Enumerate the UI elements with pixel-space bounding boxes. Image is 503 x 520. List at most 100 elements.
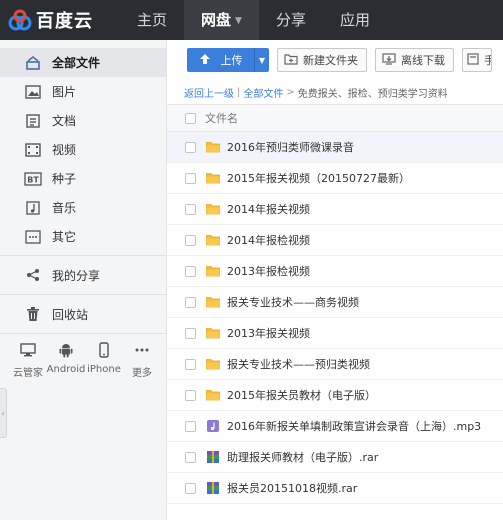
device-label: 云管家 (13, 368, 43, 379)
main-nav: 主页 网盘 ▼ 分享 应用 (120, 0, 387, 40)
file-row[interactable]: 助理报关师教材（电子版）.rar (167, 442, 503, 473)
sidebar-item-music[interactable]: 音乐 (0, 193, 166, 222)
breadcrumb-separator: | (237, 86, 241, 98)
select-all-checkbox[interactable] (185, 112, 196, 124)
file-name-link[interactable]: 2016年预归类师微课录音 (227, 139, 354, 155)
file-name-link[interactable]: 报关专业技术——预归类视频 (227, 356, 370, 372)
file-list-header: 文件名 (167, 104, 503, 132)
file-row[interactable]: 2014年报关视频 (167, 194, 503, 225)
nav-home[interactable]: 主页 (120, 0, 184, 40)
file-name-link[interactable]: 2013年报关视频 (227, 325, 310, 341)
sidebar-item-images[interactable]: 图片 (0, 77, 166, 106)
sidebar-item-recycle-bin[interactable]: 回收站 (0, 299, 166, 329)
file-row[interactable]: 2013年报检视频 (167, 256, 503, 287)
folder-icon (206, 203, 220, 215)
row-checkbox[interactable] (185, 389, 196, 401)
row-checkbox[interactable] (185, 358, 196, 370)
brand-name: 百度云 (36, 11, 93, 32)
row-checkbox[interactable] (185, 296, 196, 308)
file-name-link[interactable]: 助理报关师教材（电子版）.rar (227, 449, 378, 465)
sidebar-item-documents[interactable]: 文档 (0, 106, 166, 135)
new-folder-icon (284, 53, 303, 68)
file-row[interactable]: 2015年报关视频（20150727最新） (167, 163, 503, 194)
file-row[interactable]: 2015年报关员教材（电子版） (167, 380, 503, 411)
image-icon (24, 83, 42, 101)
row-checkbox[interactable] (185, 203, 196, 215)
mobile-icon (467, 52, 484, 68)
file-list: 2016年预归类师微课录音 2015年报关视频（20150727最新） 2014年报… (167, 132, 503, 504)
column-header-filename[interactable]: 文件名 (205, 110, 238, 126)
file-name-link[interactable]: 报关员20151018视频.rar (227, 480, 357, 496)
upload-dropdown-button[interactable]: ▼ (255, 48, 269, 72)
row-checkbox[interactable] (185, 420, 196, 432)
sidebar-item-label: 其它 (52, 230, 77, 244)
document-icon (24, 112, 42, 130)
file-row[interactable]: 报关员20151018视频.rar (167, 473, 503, 504)
music-icon (24, 199, 42, 217)
sidebar-item-label: 回收站 (52, 307, 89, 322)
device-more[interactable]: 更多 (124, 340, 160, 379)
file-name-link[interactable]: 2014年报检视频 (227, 232, 310, 248)
file-name-link[interactable]: 2015年报关视频（20150727最新） (227, 170, 410, 186)
brand-logo[interactable]: 百度云 (0, 0, 120, 40)
file-row[interactable]: 报关专业技术——商务视频 (167, 287, 503, 318)
sidebar-item-my-shares[interactable]: 我的分享 (0, 260, 166, 290)
iphone-icon (99, 340, 109, 360)
offline-download-button[interactable]: 离线下载 (375, 48, 454, 72)
breadcrumb-root-link[interactable]: 全部文件 (243, 85, 283, 100)
file-row[interactable]: 2016年新报关单填制政策宣讲会录音（上海）.mp3 (167, 411, 503, 442)
breadcrumb: 返回上一级 | 全部文件 > 免费报关、报检、预归类学习资料 (167, 80, 503, 104)
breadcrumb-back-link[interactable]: 返回上一级 (184, 85, 234, 100)
file-row[interactable]: 2013年报关视频 (167, 318, 503, 349)
device-iphone[interactable]: iPhone (86, 340, 122, 379)
row-checkbox[interactable] (185, 265, 196, 277)
file-name-link[interactable]: 2013年报检视频 (227, 263, 310, 279)
file-row[interactable]: 2016年预归类师微课录音 (167, 132, 503, 163)
folder-icon (206, 172, 220, 184)
file-name-link[interactable]: 2014年报关视频 (227, 201, 310, 217)
all-files-icon (24, 54, 42, 72)
file-name-link[interactable]: 2016年新报关单填制政策宣讲会录音（上海）.mp3 (227, 418, 481, 434)
device-label: 更多 (132, 368, 152, 379)
row-checkbox[interactable] (185, 141, 196, 153)
row-checkbox[interactable] (185, 451, 196, 463)
sidebar-collapse-handle[interactable]: ‹ (0, 388, 7, 438)
file-row[interactable]: 2014年报检视频 (167, 225, 503, 256)
sidebar: 全部文件 图片 文档 视频 BT 种子 音乐 其它 我的分享 回收站 云管家 A… (0, 40, 167, 520)
other-icon (24, 228, 42, 246)
nav-netdisk[interactable]: 网盘 ▼ (184, 0, 259, 40)
nav-share[interactable]: 分享 (259, 0, 323, 40)
new-folder-button[interactable]: 新建文件夹 (277, 48, 367, 72)
file-name-link[interactable]: 2015年报关员教材（电子版） (227, 387, 376, 403)
folder-icon (206, 327, 220, 339)
sidebar-item-other[interactable]: 其它 (0, 222, 166, 251)
nav-apps[interactable]: 应用 (323, 0, 387, 40)
breadcrumb-current: 免费报关、报检、预归类学习资料 (297, 88, 448, 100)
cloud-logo-icon (8, 9, 32, 31)
sidebar-item-all-files[interactable]: 全部文件 (0, 48, 166, 77)
device-android[interactable]: Android (47, 340, 85, 379)
row-checkbox[interactable] (185, 327, 196, 339)
file-row[interactable]: 报关专业技术——预归类视频 (167, 349, 503, 380)
sidebar-item-label: 音乐 (52, 201, 77, 215)
sidebar-divider (0, 294, 166, 295)
row-checkbox[interactable] (185, 482, 196, 494)
client-downloads: 云管家 Android iPhone 更多 (10, 340, 160, 379)
upload-button[interactable]: 上传 (187, 48, 255, 72)
row-checkbox[interactable] (185, 172, 196, 184)
file-name-link[interactable]: 报关专业技术——商务视频 (227, 294, 359, 310)
sidebar-item-label: 种子 (52, 172, 77, 186)
row-checkbox[interactable] (185, 234, 196, 246)
share-icon (24, 266, 42, 284)
chevron-left-icon: ‹ (1, 408, 5, 418)
android-icon (59, 340, 73, 360)
mobile-button[interactable]: 手 (462, 48, 492, 72)
device-label: iPhone (87, 364, 121, 375)
device-desktop[interactable]: 云管家 (10, 340, 46, 379)
upload-label: 上传 (220, 54, 243, 67)
toolbar: 上传 ▼ 新建文件夹 离线下载 手 (167, 40, 503, 80)
sidebar-item-label: 我的分享 (52, 268, 101, 283)
chevron-down-icon: ▼ (235, 16, 242, 26)
sidebar-item-videos[interactable]: 视频 (0, 135, 166, 164)
sidebar-item-torrents[interactable]: BT 种子 (0, 164, 166, 193)
